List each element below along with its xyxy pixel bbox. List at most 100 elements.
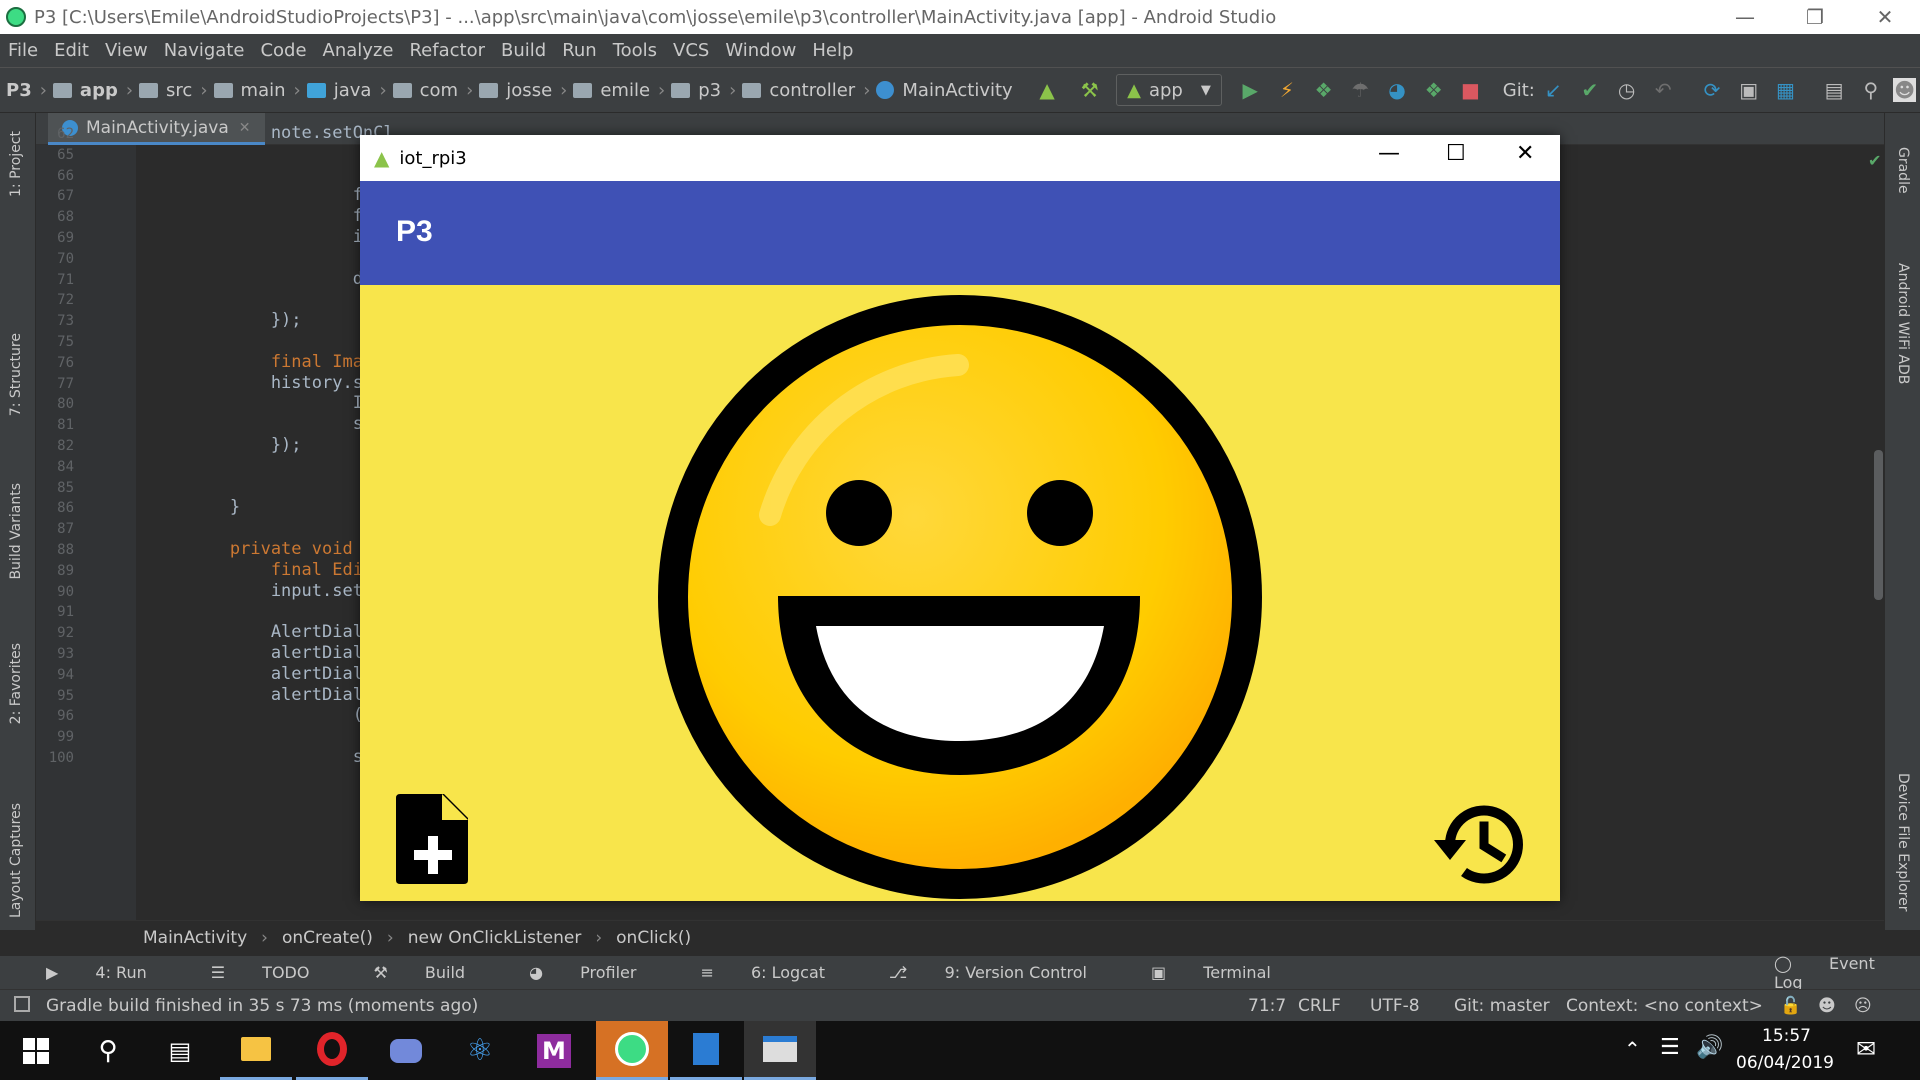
close-button[interactable]: ✕ [1850, 0, 1920, 34]
math-app-icon[interactable]: M [518, 1021, 590, 1080]
run-icon[interactable]: ▶ [1236, 75, 1265, 105]
tool-favorites[interactable]: 2: Favorites [8, 643, 24, 724]
breadcrumb-listener[interactable]: new OnClickListener [408, 928, 582, 948]
search-icon[interactable]: ⚲ [72, 1021, 144, 1080]
make-project-hammer-icon[interactable]: ⚒ [1075, 75, 1104, 105]
nav-crumb-app[interactable]: app [52, 80, 118, 101]
action-center-icon[interactable]: ✉ [1856, 1035, 1876, 1063]
search-icon[interactable]: ⚲ [1856, 75, 1885, 105]
tool-device-file-explorer[interactable]: Device File Explorer [1895, 773, 1911, 912]
nav-crumb-com[interactable]: com [392, 80, 458, 101]
electron-app-icon[interactable]: ⚛ [444, 1021, 516, 1080]
tool-run[interactable]: ▶ 4: Run [46, 963, 179, 982]
tool-build[interactable]: ⚒ Build [373, 963, 497, 982]
android-studio-taskbar-icon[interactable] [596, 1021, 668, 1080]
editor-scrollbar-thumb[interactable] [1874, 450, 1883, 600]
menu-run[interactable]: Run [562, 40, 597, 61]
tool-structure[interactable]: 7: Structure [8, 333, 24, 416]
minimize-button[interactable]: — [1710, 0, 1780, 34]
menu-build[interactable]: Build [501, 40, 546, 61]
android-avd-icon[interactable]: ▲ [1033, 75, 1062, 105]
event-log-button[interactable]: ◯ Event Log [1774, 954, 1920, 992]
mood-smiley-icon[interactable] [658, 295, 1262, 899]
menu-analyze[interactable]: Analyze [323, 40, 394, 61]
add-note-icon[interactable] [396, 794, 468, 884]
lock-icon[interactable]: 🔓 [1780, 996, 1801, 1016]
notepad-icon[interactable] [670, 1021, 742, 1080]
avd-manager-icon[interactable]: ▣ [1734, 75, 1763, 105]
volume-icon[interactable]: 🔊 [1696, 1035, 1723, 1060]
tool-wifi-adb[interactable]: Android WiFi ADB [1895, 263, 1911, 384]
emulator-taskbar-icon[interactable] [744, 1021, 816, 1080]
tool-todo[interactable]: ☰ TODO [211, 963, 342, 982]
nav-crumb-src[interactable]: src [139, 80, 192, 101]
menu-vcs[interactable]: VCS [673, 40, 709, 61]
discord-icon[interactable] [370, 1021, 442, 1080]
windows-start-icon[interactable] [0, 1021, 72, 1080]
sdk-manager-icon[interactable]: ▦ [1771, 75, 1800, 105]
project-structure-icon[interactable]: ▤ [1820, 75, 1849, 105]
tool-project[interactable]: 1: Project [8, 131, 24, 197]
nav-crumb-emile[interactable]: emile [573, 80, 650, 101]
breadcrumb-class[interactable]: MainActivity [143, 928, 247, 948]
run-config-select[interactable]: ▲ app ▼ [1116, 74, 1222, 106]
debug-icon[interactable]: ❖ [1309, 75, 1338, 105]
file-explorer-icon[interactable] [220, 1021, 292, 1080]
history-icon[interactable]: ◷ [1612, 75, 1641, 105]
show-hidden-icons[interactable]: ⌃ [1624, 1037, 1641, 1061]
menu-edit[interactable]: Edit [54, 40, 89, 61]
breadcrumb-oncreate[interactable]: onCreate() [282, 928, 373, 948]
nav-crumb-java[interactable]: java [306, 80, 371, 101]
clock-time[interactable]: 15:57 [1762, 1026, 1811, 1046]
tool-layout-captures[interactable]: Layout Captures [8, 803, 24, 918]
nav-crumb-p3-package[interactable]: p3 [671, 80, 721, 101]
vcs-update-icon[interactable]: ↙ [1539, 75, 1568, 105]
wifi-icon[interactable]: ☰ [1660, 1035, 1680, 1060]
emulator-minimize-button[interactable]: — [1378, 141, 1400, 166]
vcs-commit-icon[interactable]: ✔ [1576, 75, 1605, 105]
tool-profiler[interactable]: ◕ Profiler [529, 963, 668, 982]
context-selector[interactable]: Context: <no context> [1566, 996, 1763, 1016]
file-encoding[interactable]: UTF-8 [1370, 996, 1420, 1016]
restore-button[interactable]: ❐ [1780, 0, 1850, 34]
breadcrumb-onclick[interactable]: onClick() [616, 928, 691, 948]
emulator-maximize-button[interactable]: ☐ [1446, 141, 1466, 166]
tool-terminal[interactable]: ▣ Terminal [1151, 963, 1303, 982]
menu-navigate[interactable]: Navigate [164, 40, 245, 61]
apply-changes-icon[interactable]: ⚡ [1273, 75, 1302, 105]
tool-logcat[interactable]: ≡ 6: Logcat [700, 963, 857, 982]
nav-crumb-controller[interactable]: controller [742, 80, 855, 101]
menu-view[interactable]: View [105, 40, 148, 61]
caret-position[interactable]: 71:7 [1248, 996, 1286, 1016]
coverage-icon[interactable]: ☂ [1346, 75, 1375, 105]
revert-icon[interactable]: ↶ [1649, 75, 1678, 105]
line-separator[interactable]: CRLF [1298, 996, 1341, 1016]
emulator-close-button[interactable]: ✕ [1516, 141, 1534, 166]
menu-tools[interactable]: Tools [613, 40, 657, 61]
menu-help[interactable]: Help [812, 40, 853, 61]
stop-icon[interactable]: ■ [1456, 75, 1485, 105]
sync-gradle-icon[interactable]: ⟳ [1698, 75, 1727, 105]
nav-crumb-p3[interactable]: P3 [6, 80, 32, 101]
status-panel-icon[interactable] [14, 996, 30, 1012]
menu-code[interactable]: Code [260, 40, 306, 61]
nav-crumb-josse[interactable]: josse [479, 80, 552, 101]
git-branch[interactable]: Git: master [1454, 996, 1550, 1016]
status-message[interactable]: Gradle build finished in 35 s 73 ms (mom… [46, 996, 478, 1016]
profile-icon[interactable]: ◕ [1383, 75, 1412, 105]
menu-file[interactable]: File [8, 40, 38, 61]
nav-crumb-main[interactable]: main [213, 80, 286, 101]
tool-build-variants[interactable]: Build Variants [8, 483, 24, 580]
nav-crumb-mainactivity[interactable]: MainActivity [876, 80, 1013, 101]
frown-feedback-icon[interactable]: ☹ [1854, 996, 1872, 1016]
tool-version-control[interactable]: ⎇ 9: Version Control [889, 963, 1119, 982]
user-avatar-icon[interactable]: ☻ [1893, 78, 1917, 102]
task-view-icon[interactable]: ▤ [144, 1021, 216, 1080]
history-icon[interactable] [1430, 802, 1526, 886]
opera-icon[interactable] [296, 1021, 368, 1080]
clock-date[interactable]: 06/04/2019 [1736, 1053, 1834, 1073]
menu-window[interactable]: Window [725, 40, 796, 61]
menu-refactor[interactable]: Refactor [409, 40, 485, 61]
smiley-feedback-icon[interactable]: ☻ [1818, 996, 1836, 1016]
attach-debugger-icon[interactable]: ❖ [1419, 75, 1448, 105]
